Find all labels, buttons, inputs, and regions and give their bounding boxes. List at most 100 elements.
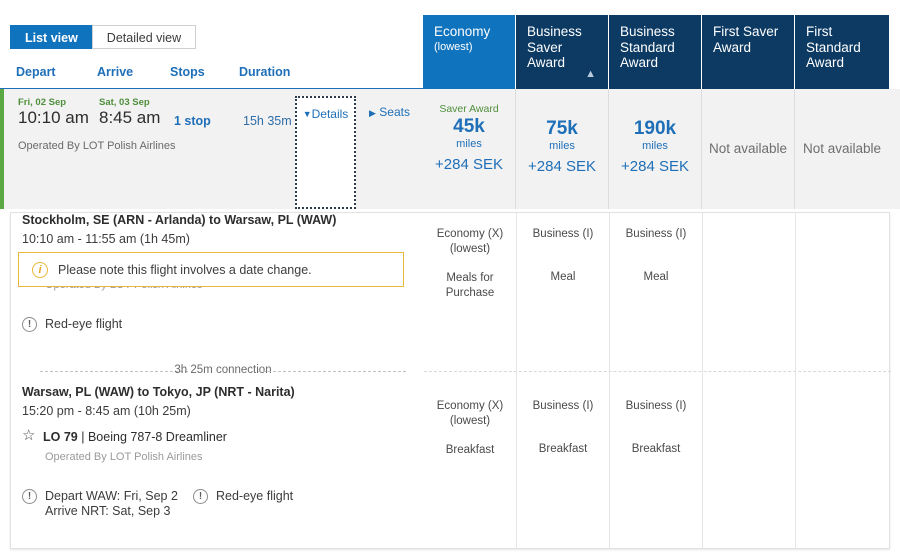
fare-header-line1: Economy [434, 24, 506, 40]
divider-cell [610, 359, 703, 385]
fare-header-line2: Award [713, 40, 785, 56]
cabin-class: Business (I) [517, 227, 609, 242]
view-mode-tabs: List view Detailed view [10, 25, 196, 49]
segment-times: 15:20 pm - 8:45 am (10h 25m) [22, 404, 191, 418]
meal-service: Meal [610, 270, 702, 285]
connection-line-right [258, 371, 406, 372]
segment-aircraft: Boeing 787-8 Dreamliner [88, 430, 227, 444]
segment-cell-business-saver-award: Business (I) Breakfast [517, 385, 610, 548]
segment-cell-economy: Economy (X) (lowest) Breakfast [424, 385, 517, 548]
fare-miles: 75k [516, 118, 608, 140]
connection-label: 3h 25m connection [22, 364, 424, 376]
segment-alert-depart-date: Depart WAW: Fri, Sep 2 [45, 489, 178, 503]
segment-cell-first-saver-award [703, 385, 796, 548]
fare-cell-first-standard-award: Not available [795, 89, 889, 209]
fare-cash: +284 SEK [609, 158, 701, 175]
connection-cell-dividers [424, 359, 890, 385]
fare-header-line1: Business [527, 24, 599, 40]
fare-header-business-saver-award[interactable]: Business Saver Award ▲ [516, 15, 609, 89]
fare-header-first-saver-award[interactable]: First Saver Award [702, 15, 795, 89]
connection-label-group: 3h 25m connection [22, 364, 424, 378]
tab-detailed-view[interactable]: Detailed view [92, 25, 196, 49]
segment-cell-first-saver-award [703, 213, 796, 359]
fare-cell-business-saver-award[interactable]: 75k miles +284 SEK [516, 89, 609, 209]
fare-miles: 45k [423, 116, 515, 138]
divider-cell [796, 359, 890, 385]
fare-miles: 190k [609, 118, 701, 140]
divider-cell [424, 359, 517, 385]
cabin-note: (lowest) [424, 414, 516, 429]
fare-header-economy[interactable]: Economy (lowest) [423, 15, 516, 89]
saver-award-badge: Saver Award [423, 103, 515, 115]
chevron-down-icon: ▼ [303, 109, 312, 119]
meal-service: Meals for Purchase [424, 271, 516, 301]
segment-cabin-cells: Economy (X) (lowest) Breakfast Business … [424, 385, 890, 548]
date-change-notice: i Please note this flight involves a dat… [18, 252, 404, 287]
sort-header-arrive[interactable]: Arrive [97, 65, 133, 79]
fare-unavailable-text: Not available [795, 141, 889, 156]
segment-cell-economy: Economy (X) (lowest) Meals for Purchase [424, 213, 517, 359]
fare-cell-economy[interactable]: Saver Award 45k miles +284 SEK [423, 89, 516, 209]
alert-circle-icon: ! [193, 489, 208, 504]
tab-list-view[interactable]: List view [10, 25, 93, 49]
segment-operated-by: Operated By LOT Polish Airlines [45, 451, 203, 463]
segment-alert-text: Red-eye flight [45, 317, 122, 331]
cabin-class: Economy (X) [424, 399, 516, 414]
fare-header-line3: Award [806, 55, 880, 71]
meal-service: Breakfast [424, 443, 516, 458]
cabin-class: Business (I) [517, 399, 609, 414]
flight-segment-2: Warsaw, PL (WAW) to Tokyo, JP (NRT - Nar… [11, 385, 889, 548]
date-change-notice-text: Please note this flight involves a date … [58, 263, 312, 277]
stops-link[interactable]: 1 stop [174, 114, 211, 128]
segment-alert-arrive-date: Arrive NRT: Sat, Sep 3 [45, 504, 171, 518]
fare-miles-label: miles [609, 140, 701, 153]
fare-header-line1: Business [620, 24, 692, 40]
sort-header-stops[interactable]: Stops [170, 65, 205, 79]
fare-price-cell-group: Saver Award 45k miles +284 SEK 75k miles… [423, 89, 889, 209]
flight-results-page: List view Detailed view Depart Arrive St… [0, 0, 900, 553]
connection-divider-row: 3h 25m connection [11, 359, 889, 385]
cabin-class: Economy (X) [424, 227, 516, 242]
total-duration: 15h 35m [243, 114, 292, 128]
fare-header-line1: First Saver [713, 24, 785, 40]
operated-by-summary: Operated By LOT Polish Airlines [18, 140, 176, 152]
info-circle-icon: i [32, 262, 48, 278]
seats-button[interactable]: ▶ Seats [369, 105, 410, 119]
star-outline-icon[interactable]: ☆ [22, 429, 36, 443]
fare-header-line2: Saver [527, 40, 599, 56]
segment-info: Warsaw, PL (WAW) to Tokyo, JP (NRT - Nar… [11, 385, 424, 548]
flight-summary-row: Fri, 02 Sep 10:10 am Sat, 03 Sep 8:45 am… [0, 89, 900, 209]
meal-service: Breakfast [610, 442, 702, 457]
segment-cell-first-standard-award [796, 213, 890, 359]
segment-flight-info: LO 79 | Boeing 787-8 Dreamliner [43, 430, 227, 444]
sort-header-depart[interactable]: Depart [16, 65, 56, 79]
segment-route: Warsaw, PL (WAW) to Tokyo, JP (NRT - Nar… [22, 385, 295, 399]
seats-label: Seats [379, 105, 410, 119]
arrive-time: 8:45 am [99, 108, 160, 128]
fare-header-line1: First [806, 24, 880, 40]
fare-cell-business-standard-award[interactable]: 190k miles +284 SEK [609, 89, 702, 209]
alert-circle-icon: ! [22, 317, 37, 332]
details-toggle-button[interactable]: ▼Details [295, 96, 356, 209]
arrive-date: Sat, 03 Sep [99, 97, 150, 108]
fare-class-header-group: Economy (lowest) Business Saver Award ▲ … [423, 15, 889, 89]
depart-date: Fri, 02 Sep [18, 97, 66, 108]
chevron-right-icon: ▶ [369, 108, 376, 118]
segment-cabin-cells: Economy (X) (lowest) Meals for Purchase … [424, 213, 890, 359]
segment-cell-business-standard-award: Business (I) Meal [610, 213, 703, 359]
fare-header-line2: Standard [620, 40, 692, 56]
segment-route: Stockholm, SE (ARN - Arlanda) to Warsaw,… [22, 213, 336, 227]
divider-cell [703, 359, 796, 385]
fare-unavailable-text: Not available [702, 141, 794, 156]
sort-header-duration[interactable]: Duration [239, 65, 290, 79]
flight-summary-left: Fri, 02 Sep 10:10 am Sat, 03 Sep 8:45 am… [0, 89, 423, 209]
fare-miles-label: miles [516, 140, 608, 153]
fare-header-business-standard-award[interactable]: Business Standard Award [609, 15, 702, 89]
segment-alert-redeye: Red-eye flight [216, 489, 293, 503]
sort-ascending-arrow-icon[interactable]: ▲ [585, 69, 596, 80]
fare-header-first-standard-award[interactable]: First Standard Award [795, 15, 889, 89]
details-toggle-label: ▼Details [297, 107, 354, 121]
sort-header-row: Depart Arrive Stops Duration [0, 60, 423, 89]
fare-cash: +284 SEK [423, 156, 515, 173]
segment-flight-number: LO 79 [43, 430, 78, 444]
